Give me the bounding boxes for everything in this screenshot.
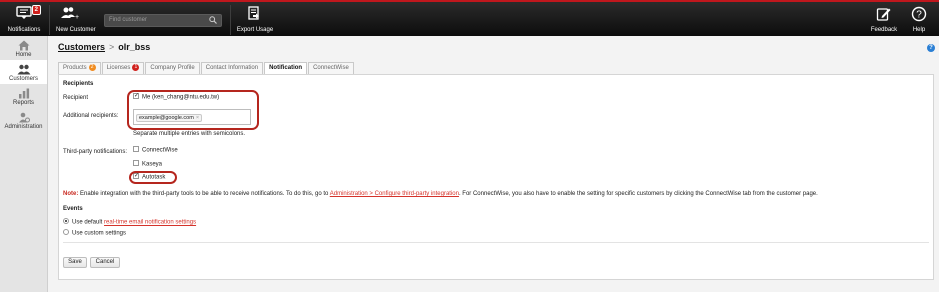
tab-label: ConnectWise: [313, 65, 349, 71]
tab-label: Company Profile: [150, 65, 195, 71]
highlight-annotation: [127, 90, 259, 130]
sidebar: Home Customers Reports Administration: [0, 36, 48, 292]
main-content: Customers > olr_bss ? Products 2 Licenses 1 Co…: [48, 36, 939, 292]
note-text-continued: . For ConnectWise, you also have to enab…: [458, 191, 818, 197]
add-customer-icon: +: [61, 7, 79, 20]
cancel-button[interactable]: Cancel: [90, 257, 120, 268]
additional-recipients-label: Additional recipients:: [63, 113, 119, 119]
export-usage-button[interactable]: Export Usage: [232, 2, 278, 36]
configure-integration-link[interactable]: Administration > Configure third-party i…: [330, 191, 459, 197]
recipient-label: Recipient: [63, 95, 89, 101]
search-icon[interactable]: [209, 16, 217, 24]
search-input[interactable]: Find customer: [104, 14, 222, 27]
administration-icon: [18, 112, 30, 123]
notifications-label: Notifications: [7, 27, 41, 33]
notifications-button[interactable]: 2 Notifications: [0, 2, 48, 36]
tab-count-badge: 1: [132, 63, 140, 71]
customers-icon: [17, 64, 30, 75]
export-usage-label: Export Usage: [236, 27, 274, 33]
feedback-label: Feedback: [870, 27, 898, 33]
highlight-annotation: [129, 171, 177, 184]
divider: [63, 242, 929, 243]
sidebar-item-label: Home: [15, 52, 32, 58]
breadcrumb-separator: >: [109, 42, 115, 52]
recipients-heading: Recipients: [63, 81, 94, 87]
svg-text:+: +: [75, 14, 79, 20]
tab-connectwise[interactable]: ConnectWise: [308, 62, 354, 74]
sidebar-item-administration[interactable]: Administration: [0, 108, 47, 132]
use-default-radio[interactable]: [63, 218, 69, 224]
help-icon: ?: [911, 6, 927, 22]
semicolon-hint: Separate multiple entries with semicolon…: [133, 131, 246, 137]
note-prefix: Note:: [63, 191, 79, 197]
use-custom-option[interactable]: Use custom settings: [63, 229, 127, 237]
feedback-icon: [876, 8, 891, 21]
connectwise-checkbox[interactable]: [133, 146, 139, 152]
sidebar-item-home[interactable]: Home: [0, 36, 47, 60]
tab-company-profile[interactable]: Company Profile: [145, 62, 200, 74]
tab-bar: Products 2 Licenses 1 Company Profile Contact…: [58, 62, 355, 74]
notifications-icon: [16, 6, 32, 19]
use-default-option[interactable]: Use default real-time email notification…: [63, 218, 196, 226]
help-label: Help: [912, 27, 926, 33]
tab-count-badge: 2: [88, 63, 96, 71]
note-text: Enable integration with the third-party …: [80, 191, 329, 197]
sidebar-item-label: Administration: [4, 124, 43, 130]
save-button[interactable]: Save: [63, 257, 87, 268]
notification-panel: Recipients Recipient Me (ken_chang@ntu.e…: [58, 74, 934, 280]
use-default-label: Use default: [72, 219, 103, 226]
tab-notification[interactable]: Notification: [264, 62, 308, 74]
tab-contact-information[interactable]: Contact Information: [200, 62, 264, 74]
kaseya-checkbox[interactable]: [133, 160, 139, 166]
breadcrumb-current: olr_bss: [118, 42, 151, 52]
third-party-label: Third-party notifications:: [63, 149, 128, 155]
tab-label: Products: [63, 65, 87, 71]
svg-text:?: ?: [916, 10, 922, 21]
search-placeholder: Find customer: [109, 17, 148, 23]
tab-products[interactable]: Products 2: [58, 62, 101, 74]
home-icon: [18, 40, 29, 51]
new-customer-button[interactable]: + New Customer: [50, 2, 100, 36]
kaseya-label: Kaseya: [142, 161, 163, 168]
tab-label: Notification: [269, 65, 303, 71]
email-notification-settings-link[interactable]: real-time email notification settings: [104, 220, 196, 226]
tab-label: Contact Information: [205, 65, 259, 71]
use-custom-radio[interactable]: [63, 229, 69, 235]
breadcrumb: Customers > olr_bss: [58, 42, 150, 52]
page-help-icon[interactable]: ?: [927, 44, 935, 52]
toolbar-divider: [230, 5, 231, 35]
export-icon: [248, 6, 259, 20]
sidebar-item-label: Reports: [12, 100, 34, 106]
connectwise-option[interactable]: ConnectWise: [133, 146, 178, 154]
tab-licenses[interactable]: Licenses 1: [101, 62, 145, 74]
sidebar-item-label: Customers: [8, 76, 38, 82]
breadcrumb-customers-link[interactable]: Customers: [58, 42, 105, 52]
new-customer-label: New Customer: [56, 27, 96, 33]
sidebar-item-reports[interactable]: Reports: [0, 84, 47, 108]
use-custom-label: Use custom settings: [72, 230, 127, 237]
notifications-badge: 2: [31, 5, 41, 15]
top-toolbar: 2 Notifications + New Customer Find cust…: [0, 2, 939, 36]
integration-note: Note: Enable integration with the third-…: [63, 191, 818, 197]
kaseya-option[interactable]: Kaseya: [133, 160, 163, 168]
feedback-button[interactable]: Feedback: [866, 2, 902, 36]
connectwise-label: ConnectWise: [142, 147, 178, 154]
reports-icon: [18, 88, 29, 99]
tab-label: Licenses: [106, 65, 131, 71]
help-button[interactable]: ? Help: [904, 2, 934, 36]
sidebar-item-customers[interactable]: Customers: [0, 60, 47, 84]
events-heading: Events: [63, 206, 83, 212]
